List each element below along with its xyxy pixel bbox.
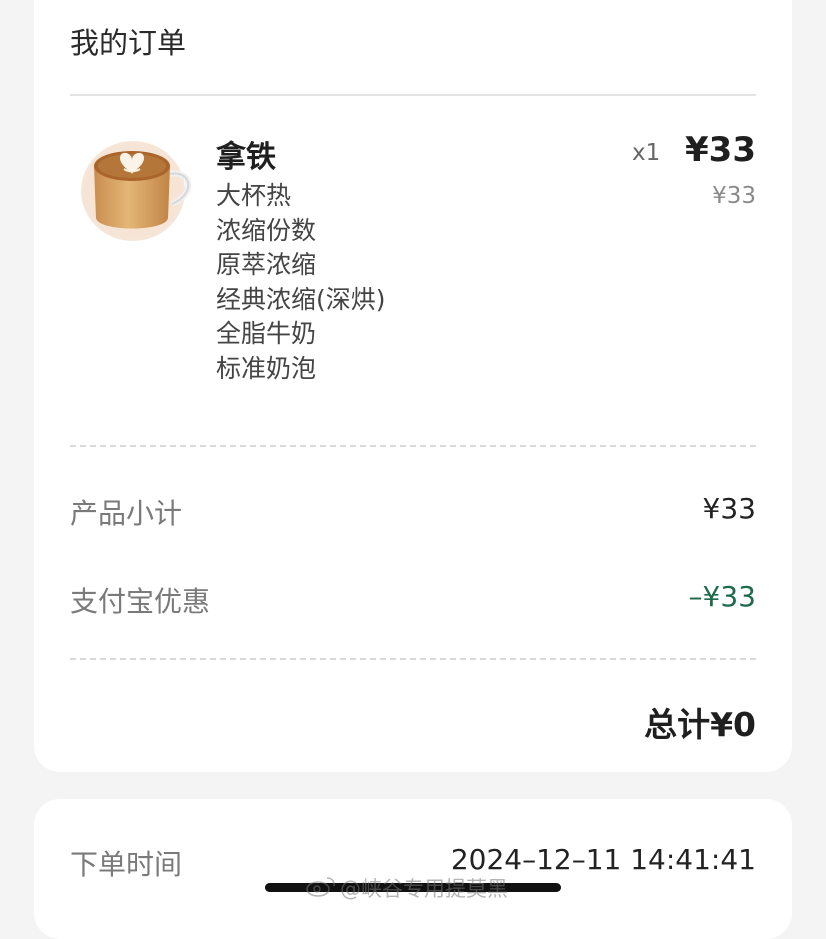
discount-label: 支付宝优惠 [70,585,211,618]
discount-value: –¥33 [688,580,756,613]
title-divider [70,94,756,96]
order-time-card: 下单时间 2024–12–11 14:41:41 [34,799,792,939]
latte-cup-icon [80,136,196,244]
watermark: @峡谷专用提莫黑 [306,873,508,903]
item-option: 大杯热 [216,181,292,210]
item-option: 原萃浓缩 [216,250,317,279]
item-name: 拿铁 [216,140,276,175]
item-option: 标准奶泡 [216,353,317,383]
subtotal-value: ¥33 [702,492,756,525]
summary-divider [70,658,756,660]
item-option: 经典浓缩(深烘) [216,284,386,314]
watermark-text: @峡谷专用提莫黑 [340,877,508,901]
order-time-value: 2024–12–11 14:41:41 [450,843,756,876]
item-price: ¥33 [685,130,756,170]
order-time-label: 下单时间 [70,848,183,881]
item-quantity: x1 [632,140,661,166]
item-option: 全脂牛奶 [216,319,317,348]
order-card: 我的订单 拿铁 x1 ¥33 ¥33 大杯热 浓缩份数 原萃浓缩 经典浓缩(深烘… [34,0,792,772]
item-original-price: ¥33 [712,183,756,209]
subtotal-label: 产品小计 [70,497,183,530]
item-option: 浓缩份数 [216,215,317,245]
order-title: 我的订单 [70,26,187,60]
item-options-list: 大杯热 浓缩份数 原萃浓缩 经典浓缩(深烘) 全脂牛奶 标准奶泡 [216,179,386,386]
order-total: 总计¥0 [644,705,756,744]
weibo-icon [306,875,336,902]
item-divider [70,445,756,447]
